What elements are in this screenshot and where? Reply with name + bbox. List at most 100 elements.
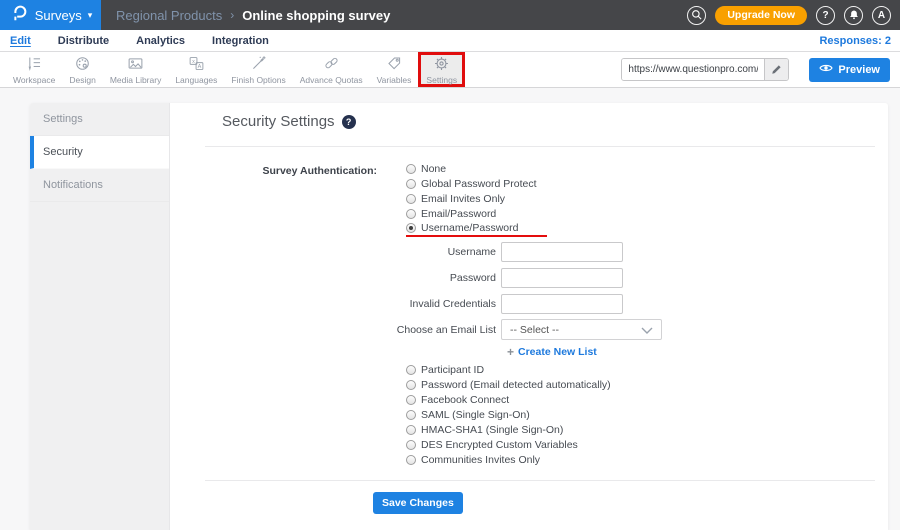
tab-edit[interactable]: Edit — [10, 35, 31, 47]
toolbar-item-workspace[interactable]: Workspace — [6, 52, 62, 87]
radio-icon[interactable] — [406, 208, 416, 219]
help-button[interactable]: ? — [816, 5, 835, 25]
radio-option-username-password[interactable]: Username/Password — [406, 221, 537, 236]
svg-text:x: x — [192, 59, 195, 65]
save-changes-button[interactable]: Save Changes — [373, 492, 463, 514]
radio-option-email-password[interactable]: Email/Password — [406, 206, 537, 221]
toolbar-items: Workspace Design Media Library xA Langua… — [6, 52, 466, 87]
username-row: Username — [170, 241, 623, 262]
invalid-credentials-row: Invalid Credentials — [170, 293, 623, 314]
user-avatar[interactable]: A — [872, 5, 891, 25]
radio-icon-selected[interactable] — [406, 223, 416, 234]
radio-icon[interactable] — [406, 380, 416, 391]
languages-icon: xA — [188, 55, 205, 72]
sidebar-item-settings[interactable]: Settings — [30, 103, 169, 136]
email-list-select[interactable]: -- Select -- — [501, 319, 662, 340]
responses-count[interactable]: Responses: 2 — [819, 35, 891, 47]
radio-option-facebook-connect[interactable]: Facebook Connect — [406, 393, 611, 408]
security-settings-main: Security Settings ? Survey Authenticatio… — [170, 103, 888, 530]
radio-icon[interactable] — [406, 439, 416, 450]
preview-label: Preview — [838, 63, 880, 76]
breadcrumb-separator-icon: › — [230, 8, 235, 22]
radio-icon[interactable] — [406, 164, 416, 175]
radio-icon[interactable] — [406, 410, 416, 421]
radio-icon[interactable] — [406, 365, 416, 376]
topbar: Surveys ▾ Regional Products › Online sho… — [0, 0, 900, 30]
radio-icon[interactable] — [406, 179, 416, 190]
radio-icon[interactable] — [406, 454, 416, 465]
questionpro-logo-icon — [9, 3, 29, 28]
toolbar-label: Finish Options — [231, 75, 286, 85]
edit-toolbar: Workspace Design Media Library xA Langua… — [0, 52, 900, 88]
toolbar-label: Media Library — [109, 75, 162, 85]
upgrade-now-button[interactable]: Upgrade Now — [715, 5, 807, 25]
page-title: Security Settings ? — [222, 113, 356, 130]
radio-option-participant-id[interactable]: Participant ID — [406, 363, 611, 378]
survey-url-box — [621, 58, 790, 81]
toolbar-item-finish-options[interactable]: Finish Options — [224, 52, 292, 87]
toolbar-item-media-library[interactable]: Media Library — [103, 52, 169, 87]
tab-analytics[interactable]: Analytics — [136, 35, 185, 47]
auth-radio-group-top: None Global Password Protect Email Invit… — [406, 162, 537, 236]
magic-wand-icon — [250, 55, 267, 72]
toolbar-item-languages[interactable]: xA Languages — [168, 52, 224, 87]
tab-distribute[interactable]: Distribute — [58, 35, 109, 47]
notifications-bell-icon[interactable] — [844, 5, 863, 25]
email-list-selected-value: -- Select -- — [510, 323, 560, 336]
topbar-actions: Upgrade Now ? A — [687, 5, 891, 25]
sidebar-item-notifications[interactable]: Notifications — [30, 169, 169, 202]
radio-option-password-email-auto[interactable]: Password (Email detected automatically) — [406, 378, 611, 393]
toolbar-label: Design — [69, 75, 96, 85]
product-menu-label: Surveys — [34, 7, 82, 23]
gear-icon — [433, 55, 450, 72]
eye-icon — [819, 63, 834, 76]
sidebar-item-security[interactable]: Security — [30, 136, 169, 169]
media-library-icon — [127, 55, 144, 72]
toolbar-label: Settings — [426, 74, 458, 85]
settings-sidebar: Settings Security Notifications — [30, 103, 170, 530]
toolbar-right: Preview — [621, 57, 890, 82]
radio-option-email-invites[interactable]: Email Invites Only — [406, 192, 537, 207]
survey-authentication-label: Survey Authentication: — [262, 165, 377, 177]
toolbar-label: Languages — [175, 75, 218, 85]
page-title-text: Security Settings — [222, 113, 335, 130]
create-new-list-link[interactable]: + Create New List — [507, 345, 597, 359]
edit-url-pencil-icon[interactable] — [764, 59, 789, 80]
invalid-credentials-label: Invalid Credentials — [409, 297, 496, 310]
radio-option-none[interactable]: None — [406, 162, 537, 177]
settings-panel: Settings Security Notifications Security… — [30, 103, 888, 530]
surveys-product-menu[interactable]: Surveys ▾ — [0, 0, 101, 30]
svg-text:A: A — [197, 64, 201, 70]
radio-option-hmac-sha1[interactable]: HMAC-SHA1 (Single Sign-On) — [406, 423, 611, 438]
divider — [205, 480, 875, 481]
invalid-credentials-input[interactable] — [501, 293, 623, 314]
radio-icon[interactable] — [406, 193, 416, 204]
app-window: Surveys ▾ Regional Products › Online sho… — [0, 0, 900, 530]
preview-button[interactable]: Preview — [809, 57, 890, 82]
radio-option-saml[interactable]: SAML (Single Sign-On) — [406, 408, 611, 423]
breadcrumb: Regional Products › Online shopping surv… — [116, 8, 390, 23]
title-help-icon[interactable]: ? — [341, 114, 356, 129]
password-input[interactable] — [501, 267, 623, 288]
workspace-icon — [26, 55, 43, 72]
survey-nav-items: Edit Distribute Analytics Integration — [10, 35, 269, 47]
password-label: Password — [449, 271, 496, 284]
radio-icon[interactable] — [406, 395, 416, 406]
radio-option-global-password[interactable]: Global Password Protect — [406, 177, 537, 192]
chevron-down-icon — [641, 327, 653, 334]
chevron-down-icon: ▾ — [87, 10, 93, 20]
radio-icon[interactable] — [406, 425, 416, 435]
survey-url-input[interactable] — [622, 59, 765, 80]
design-palette-icon — [74, 55, 91, 72]
search-icon[interactable] — [687, 5, 707, 25]
radio-option-des-encrypted[interactable]: DES Encrypted Custom Variables — [406, 437, 611, 452]
toolbar-item-settings[interactable]: Settings — [418, 52, 466, 87]
tab-integration[interactable]: Integration — [212, 35, 269, 47]
radio-option-communities-invites[interactable]: Communities Invites Only — [406, 452, 611, 467]
toolbar-item-design[interactable]: Design — [62, 52, 102, 87]
breadcrumb-folder[interactable]: Regional Products — [116, 8, 222, 23]
survey-nav: Edit Distribute Analytics Integration Re… — [0, 30, 900, 52]
toolbar-item-advance-quotas[interactable]: Advance Quotas — [293, 52, 370, 87]
toolbar-item-variables[interactable]: Variables — [370, 52, 419, 87]
username-input[interactable] — [501, 241, 623, 262]
